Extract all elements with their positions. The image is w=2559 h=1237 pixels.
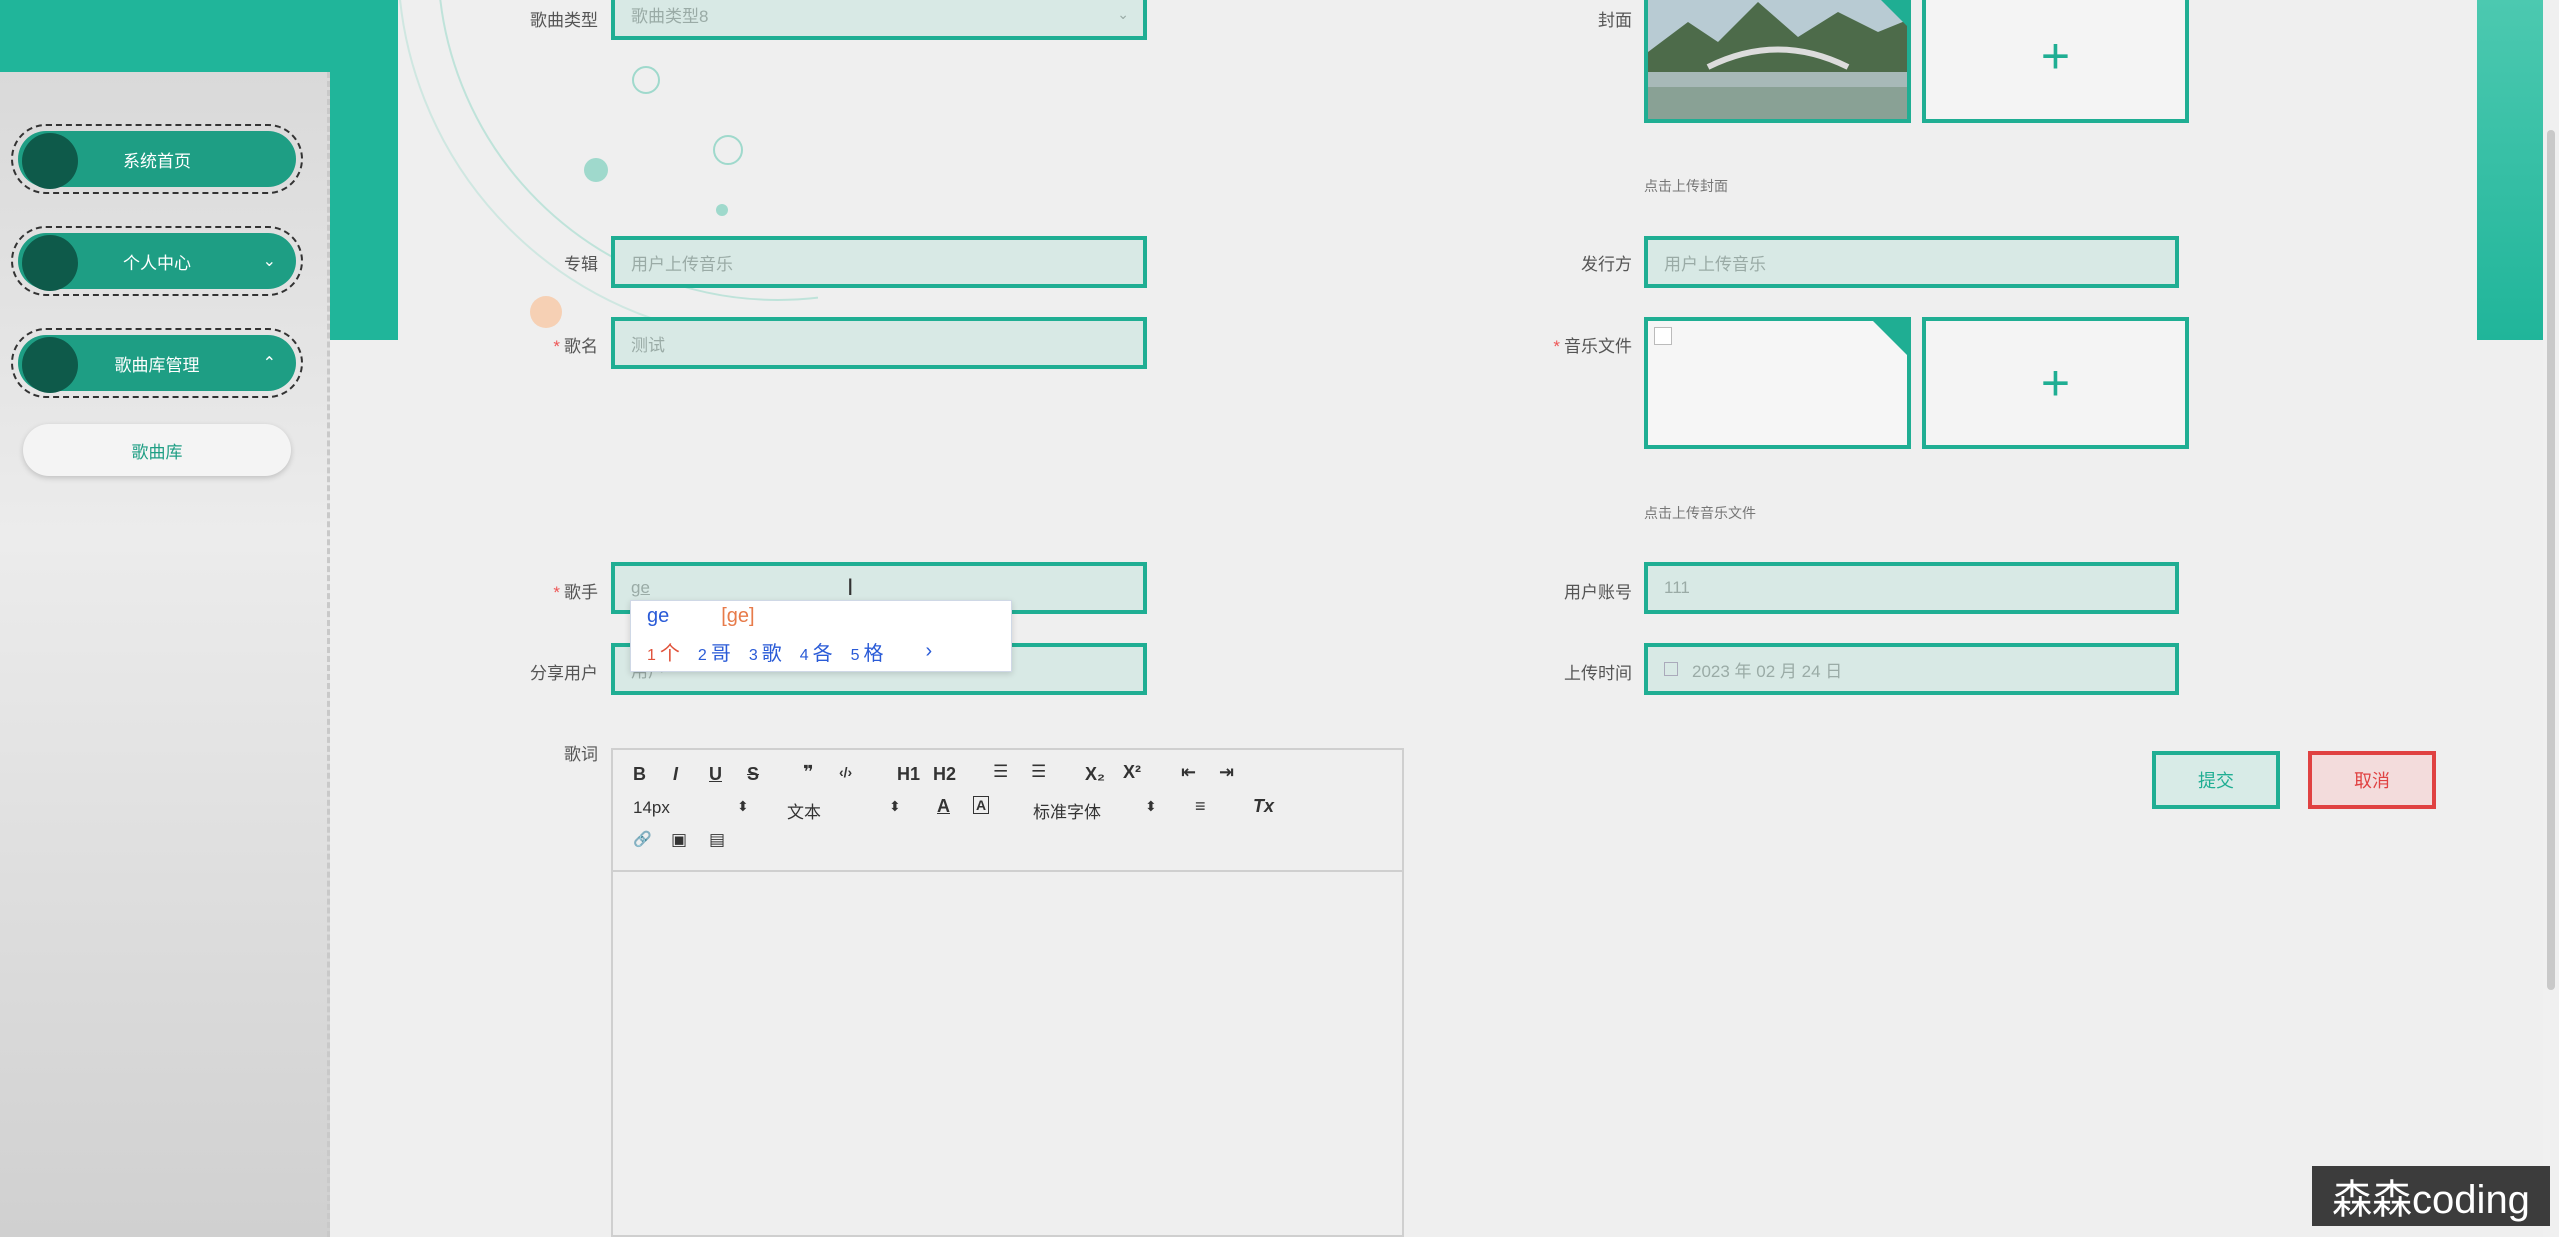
broken-image-icon (1654, 327, 1672, 345)
sidebar-item-song-library-management[interactable]: 歌曲库管理 ⌃ (11, 328, 303, 398)
calendar-icon (1664, 662, 1678, 676)
plus-icon: + (2040, 27, 2071, 84)
song-name-label: * 歌名 (553, 337, 598, 356)
ime-candidate[interactable]: 4各 (800, 637, 833, 666)
bold-button[interactable]: B (633, 764, 646, 785)
user-account-label: 用户账号 (1564, 583, 1632, 602)
lyrics-rich-text-editor[interactable]: B I U S ❞ ‹/› H1 H2 ☰ ☰ X₂ X² ⇤ ⇥ 14px ⬍… (611, 748, 1404, 1237)
scrollbar-thumb[interactable] (2547, 130, 2555, 990)
indent-button[interactable]: ⇥ (1219, 762, 1234, 783)
sidebar-subitem-label: 歌曲库 (131, 442, 183, 462)
header-select[interactable]: 文本 (787, 798, 821, 823)
music-file-upload-button[interactable]: + (1922, 317, 2189, 449)
upload-time-input[interactable]: 2023 年 02 月 24 日 (1644, 643, 2179, 695)
music-file-label: * 音乐文件 (1553, 337, 1632, 356)
singer-label: * 歌手 (553, 583, 598, 602)
h2-button[interactable]: H2 (933, 764, 956, 785)
sidebar-item-label: 歌曲库管理 (114, 355, 200, 375)
ordered-list-button[interactable]: ☰ (993, 762, 1008, 782)
sidebar-item-personal-center[interactable]: 个人中心 ⌄ (11, 226, 303, 296)
cover-upload-hint: 点击上传封面 (1644, 178, 1728, 194)
sidebar-item-label: 个人中心 (123, 253, 191, 273)
song-name-input[interactable]: 测试 (611, 317, 1147, 369)
sidebar-item-label: 系统首页 (123, 151, 191, 171)
album-label: 专辑 (564, 255, 598, 274)
superscript-button[interactable]: X² (1123, 762, 1141, 783)
submit-button[interactable]: 提交 (2152, 751, 2280, 809)
album-input[interactable]: 用户上传音乐 (611, 236, 1147, 288)
chevron-down-icon: ⌄ (1117, 5, 1129, 22)
clean-format-button[interactable]: Tx (1253, 796, 1274, 817)
upload-time-label: 上传时间 (1564, 664, 1632, 683)
menu-dot-icon (22, 133, 78, 189)
song-type-label: 歌曲类型 (530, 11, 598, 30)
font-color-button[interactable]: A (937, 796, 950, 817)
bullet-list-button[interactable]: ☰ (1031, 762, 1046, 782)
cover-upload-button[interactable]: + (1922, 0, 2189, 123)
outdent-button[interactable]: ⇤ (1181, 762, 1196, 783)
font-size-select[interactable]: 14px (633, 798, 670, 818)
chevron-up-icon: ⌃ (262, 355, 276, 372)
align-button[interactable]: ≡ (1195, 796, 1206, 817)
quote-button[interactable]: ❞ (803, 762, 814, 783)
font-size-caret-icon: ⬍ (737, 798, 749, 814)
song-type-value: 歌曲类型8 (631, 6, 709, 26)
image-button[interactable]: ▣ (671, 830, 687, 850)
cancel-button[interactable]: 取消 (2308, 751, 2436, 809)
user-account-input[interactable]: 111 (1644, 562, 2179, 614)
landscape-image (1648, 0, 1907, 119)
ime-candidate[interactable]: 2哥 (698, 637, 731, 666)
code-button[interactable]: ‹/› (839, 764, 852, 780)
font-family-caret-icon: ⬍ (1145, 798, 1157, 814)
share-user-label: 分享用户 (530, 664, 598, 683)
ime-next-page-icon[interactable]: › (926, 640, 933, 663)
plus-icon: + (2040, 355, 2071, 411)
link-button[interactable]: 🔗 (633, 830, 652, 848)
ime-pinyin: [ge] (721, 605, 755, 627)
lyrics-label: 歌词 (564, 745, 598, 764)
publisher-label: 发行方 (1581, 255, 1632, 274)
chevron-down-icon: ⌄ (262, 253, 276, 270)
music-file-thumb[interactable] (1644, 317, 1911, 449)
singer-composing-text: ge (631, 578, 650, 597)
header-caret-icon: ⬍ (889, 798, 901, 814)
sidebar: 系统首页 个人中心 ⌄ 歌曲库管理 ⌃ 歌曲库 (0, 72, 330, 1237)
sidebar-item-home[interactable]: 系统首页 (11, 124, 303, 194)
header-stripe (330, 0, 398, 340)
subscript-button[interactable]: X₂ (1085, 764, 1105, 785)
song-type-select[interactable]: 歌曲类型8 ⌄ (611, 0, 1147, 40)
music-file-upload-hint: 点击上传音乐文件 (1644, 505, 1756, 521)
corner-mark-icon (1873, 0, 1907, 26)
watermark: 森森coding (2312, 1166, 2550, 1226)
ime-candidate[interactable]: 1个 (647, 637, 680, 666)
ime-input-text: ge (647, 605, 670, 627)
background-color-button[interactable]: A (973, 796, 990, 814)
menu-dot-icon (22, 337, 78, 393)
publisher-input[interactable]: 用户上传音乐 (1644, 236, 2179, 288)
font-family-select[interactable]: 标准字体 (1033, 798, 1101, 823)
ime-candidate-popup: ge [ge] 1个 2哥 3歌 4各 5格 › (630, 600, 1012, 672)
right-decor-band (2477, 0, 2543, 340)
editor-toolbar: B I U S ❞ ‹/› H1 H2 ☰ ☰ X₂ X² ⇤ ⇥ 14px ⬍… (613, 750, 1402, 872)
underline-button[interactable]: U (709, 764, 722, 785)
text-cursor-icon: Ⅰ (847, 575, 854, 600)
cover-label: 封面 (1598, 11, 1632, 30)
h1-button[interactable]: H1 (897, 764, 920, 785)
italic-button[interactable]: I (673, 764, 678, 785)
menu-dot-icon (22, 235, 78, 291)
cover-image-thumb[interactable] (1644, 0, 1911, 123)
corner-mark-icon (1873, 321, 1907, 355)
sidebar-subitem-song-library[interactable]: 歌曲库 (23, 424, 291, 476)
decorative-circles (399, 0, 818, 341)
strike-button[interactable]: S (747, 764, 759, 785)
ime-candidate[interactable]: 3歌 (749, 637, 782, 666)
video-button[interactable]: ▤ (709, 830, 725, 850)
ime-candidate[interactable]: 5格 (851, 637, 884, 666)
